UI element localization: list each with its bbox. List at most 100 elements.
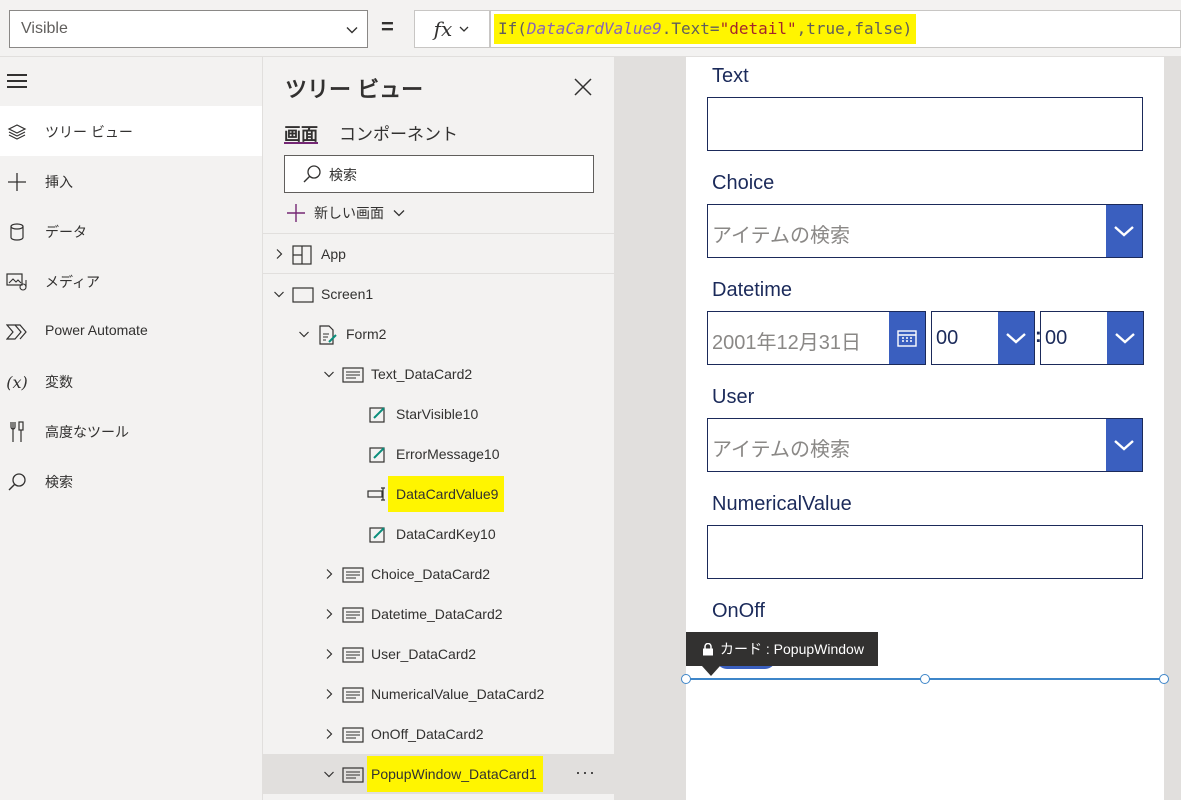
equals-sign: = (381, 14, 394, 39)
chevron-down-icon (346, 27, 358, 34)
tree-node-screen1[interactable]: Screen1 (263, 274, 614, 314)
property-dropdown[interactable]: Visible (9, 10, 368, 48)
chevron-right-icon[interactable] (323, 608, 335, 620)
nav-item-variables[interactable]: (x) 変数 (0, 356, 262, 406)
resize-handle[interactable] (1159, 674, 1169, 684)
user-combobox[interactable]: アイテムの検索 (707, 418, 1143, 472)
formula-input[interactable]: If(DataCardValue9.Text="detail",true,fal… (490, 10, 1181, 48)
new-screen-label: 新しい画面 (314, 205, 384, 221)
formula-property: .Text= (661, 19, 720, 38)
label-edit-icon (369, 447, 385, 463)
left-nav: ツリー ビュー 挿入 データ メディア Power Automate (x) 変… (0, 57, 263, 800)
tree-node-datacardkey10[interactable]: DataCardKey10 (263, 514, 614, 554)
tree-node-popupwindow-datacard1[interactable]: PopupWindow_DataCard1 ··· (263, 754, 614, 794)
tree-search-box[interactable] (284, 155, 594, 193)
chevron-right-icon[interactable] (323, 728, 335, 740)
text-input-text[interactable] (707, 97, 1143, 151)
tree-node-onoff-datacard2[interactable]: OnOff_DataCard2 (263, 714, 614, 754)
tree-node-text-datacard2[interactable]: Text_DataCard2 (263, 354, 614, 394)
hamburger-icon[interactable] (7, 74, 27, 88)
tree-search-input[interactable] (329, 165, 569, 185)
nav-item-advanced-tools[interactable]: 高度なツール (0, 406, 262, 456)
tree-node-datacardvalue9[interactable]: DataCardValue9 (263, 474, 614, 514)
media-icon (6, 271, 28, 293)
chevron-down-icon[interactable] (1106, 419, 1142, 471)
variable-icon: (x) (6, 372, 28, 392)
tree-node-starvisible10[interactable]: StarVisible10 (263, 394, 614, 434)
tree-node-errormessage10[interactable]: ErrorMessage10 (263, 434, 614, 474)
tree-node-label: User_DataCard2 (371, 646, 477, 662)
nav-item-insert[interactable]: 挿入 (0, 156, 262, 206)
nav-item-label: データ (45, 224, 87, 240)
nav-item-data[interactable]: データ (0, 206, 262, 256)
edit-form[interactable]: Text Choice アイテムの検索 Datetime 2001年12月31日… (681, 57, 1169, 800)
field-label-user: User (712, 386, 755, 408)
screen-icon (292, 287, 314, 303)
field-label-numericalvalue: NumericalValue (712, 493, 852, 515)
chevron-down-icon[interactable] (998, 312, 1034, 364)
more-options-button[interactable]: ··· (575, 762, 596, 783)
date-picker[interactable]: 2001年12月31日 (707, 311, 926, 365)
tree-node-label: Choice_DataCard2 (371, 566, 491, 582)
design-canvas[interactable]: Text Choice アイテムの検索 Datetime 2001年12月31日… (614, 57, 1181, 800)
field-label-text: Text (712, 65, 749, 87)
nav-item-label: ツリー ビュー (45, 124, 133, 140)
property-dropdown-value: Visible (21, 20, 68, 37)
label-edit-icon (369, 407, 385, 423)
minute-dropdown[interactable]: 00 (1040, 311, 1144, 365)
nav-item-label: Power Automate (45, 322, 148, 338)
search-icon (6, 471, 28, 493)
card-icon (342, 607, 364, 623)
tab-components[interactable]: コンポーネント (339, 120, 458, 145)
tree-node-user-datacard2[interactable]: User_DataCard2 (263, 634, 614, 674)
tree-node-datetime-datacard2[interactable]: Datetime_DataCard2 (263, 594, 614, 634)
resize-handle[interactable] (920, 674, 930, 684)
text-input-numericalvalue[interactable] (707, 525, 1143, 579)
app-icon (292, 245, 312, 265)
tree-node-app[interactable]: App (263, 234, 614, 274)
chevron-right-icon[interactable] (323, 568, 335, 580)
close-icon[interactable] (572, 76, 594, 98)
nav-item-tree-view[interactable]: ツリー ビュー (0, 106, 262, 156)
user-placeholder: アイテムの検索 (712, 439, 850, 461)
active-tab-indicator (284, 142, 318, 144)
tree-node-choice-datacard2[interactable]: Choice_DataCard2 (263, 554, 614, 594)
chevron-down-icon[interactable] (323, 768, 335, 780)
tree-node-label: PopupWindow_DataCard1 (367, 756, 543, 792)
chevron-down-icon[interactable] (323, 368, 335, 380)
calendar-icon[interactable] (889, 312, 925, 364)
field-label-onoff: OnOff (712, 600, 765, 622)
nav-item-media[interactable]: メディア (0, 256, 262, 306)
fx-button[interactable]: fx (414, 10, 490, 48)
choice-combobox[interactable]: アイテムの検索 (707, 204, 1143, 258)
nav-item-label: 検索 (45, 474, 73, 490)
tree-node-label: DataCardValue9 (388, 476, 505, 512)
chevron-right-icon[interactable] (273, 248, 285, 260)
chevron-down-icon (459, 26, 469, 32)
tree-node-numericalvalue-datacard2[interactable]: NumericalValue_DataCard2 (263, 674, 614, 714)
tree-view-pane: ツリー ビュー 画面 コンポーネント 新しい画面 App Screen1 (263, 57, 614, 800)
lock-icon (703, 642, 713, 655)
formula-text: If(DataCardValue9.Text="detail",true,fal… (494, 14, 917, 44)
nav-item-search[interactable]: 検索 (0, 456, 262, 506)
tree-node-label: Datetime_DataCard2 (371, 606, 503, 622)
fx-icon: fx (433, 17, 453, 41)
resize-handle[interactable] (681, 674, 691, 684)
minute-value: 00 (1045, 327, 1068, 349)
tree-node-form2[interactable]: Form2 (263, 314, 614, 354)
chevron-right-icon[interactable] (323, 688, 335, 700)
card-icon (342, 567, 364, 583)
tree-node-label: OnOff_DataCard2 (371, 726, 484, 742)
chevron-down-icon[interactable] (298, 328, 310, 340)
text-input-icon (367, 487, 385, 501)
chevron-down-icon[interactable] (1107, 312, 1143, 364)
hour-dropdown[interactable]: 00 (931, 311, 1035, 365)
formula-control-ref: DataCardValue9 (526, 19, 662, 38)
nav-item-power-automate[interactable]: Power Automate (0, 306, 262, 356)
new-screen-button[interactable]: 新しい画面 (286, 202, 406, 224)
nav-item-label: メディア (45, 274, 101, 290)
chevron-down-icon[interactable] (1106, 205, 1142, 257)
chevron-down-icon[interactable] (273, 288, 285, 300)
chevron-right-icon[interactable] (323, 648, 335, 660)
search-icon (303, 165, 321, 183)
